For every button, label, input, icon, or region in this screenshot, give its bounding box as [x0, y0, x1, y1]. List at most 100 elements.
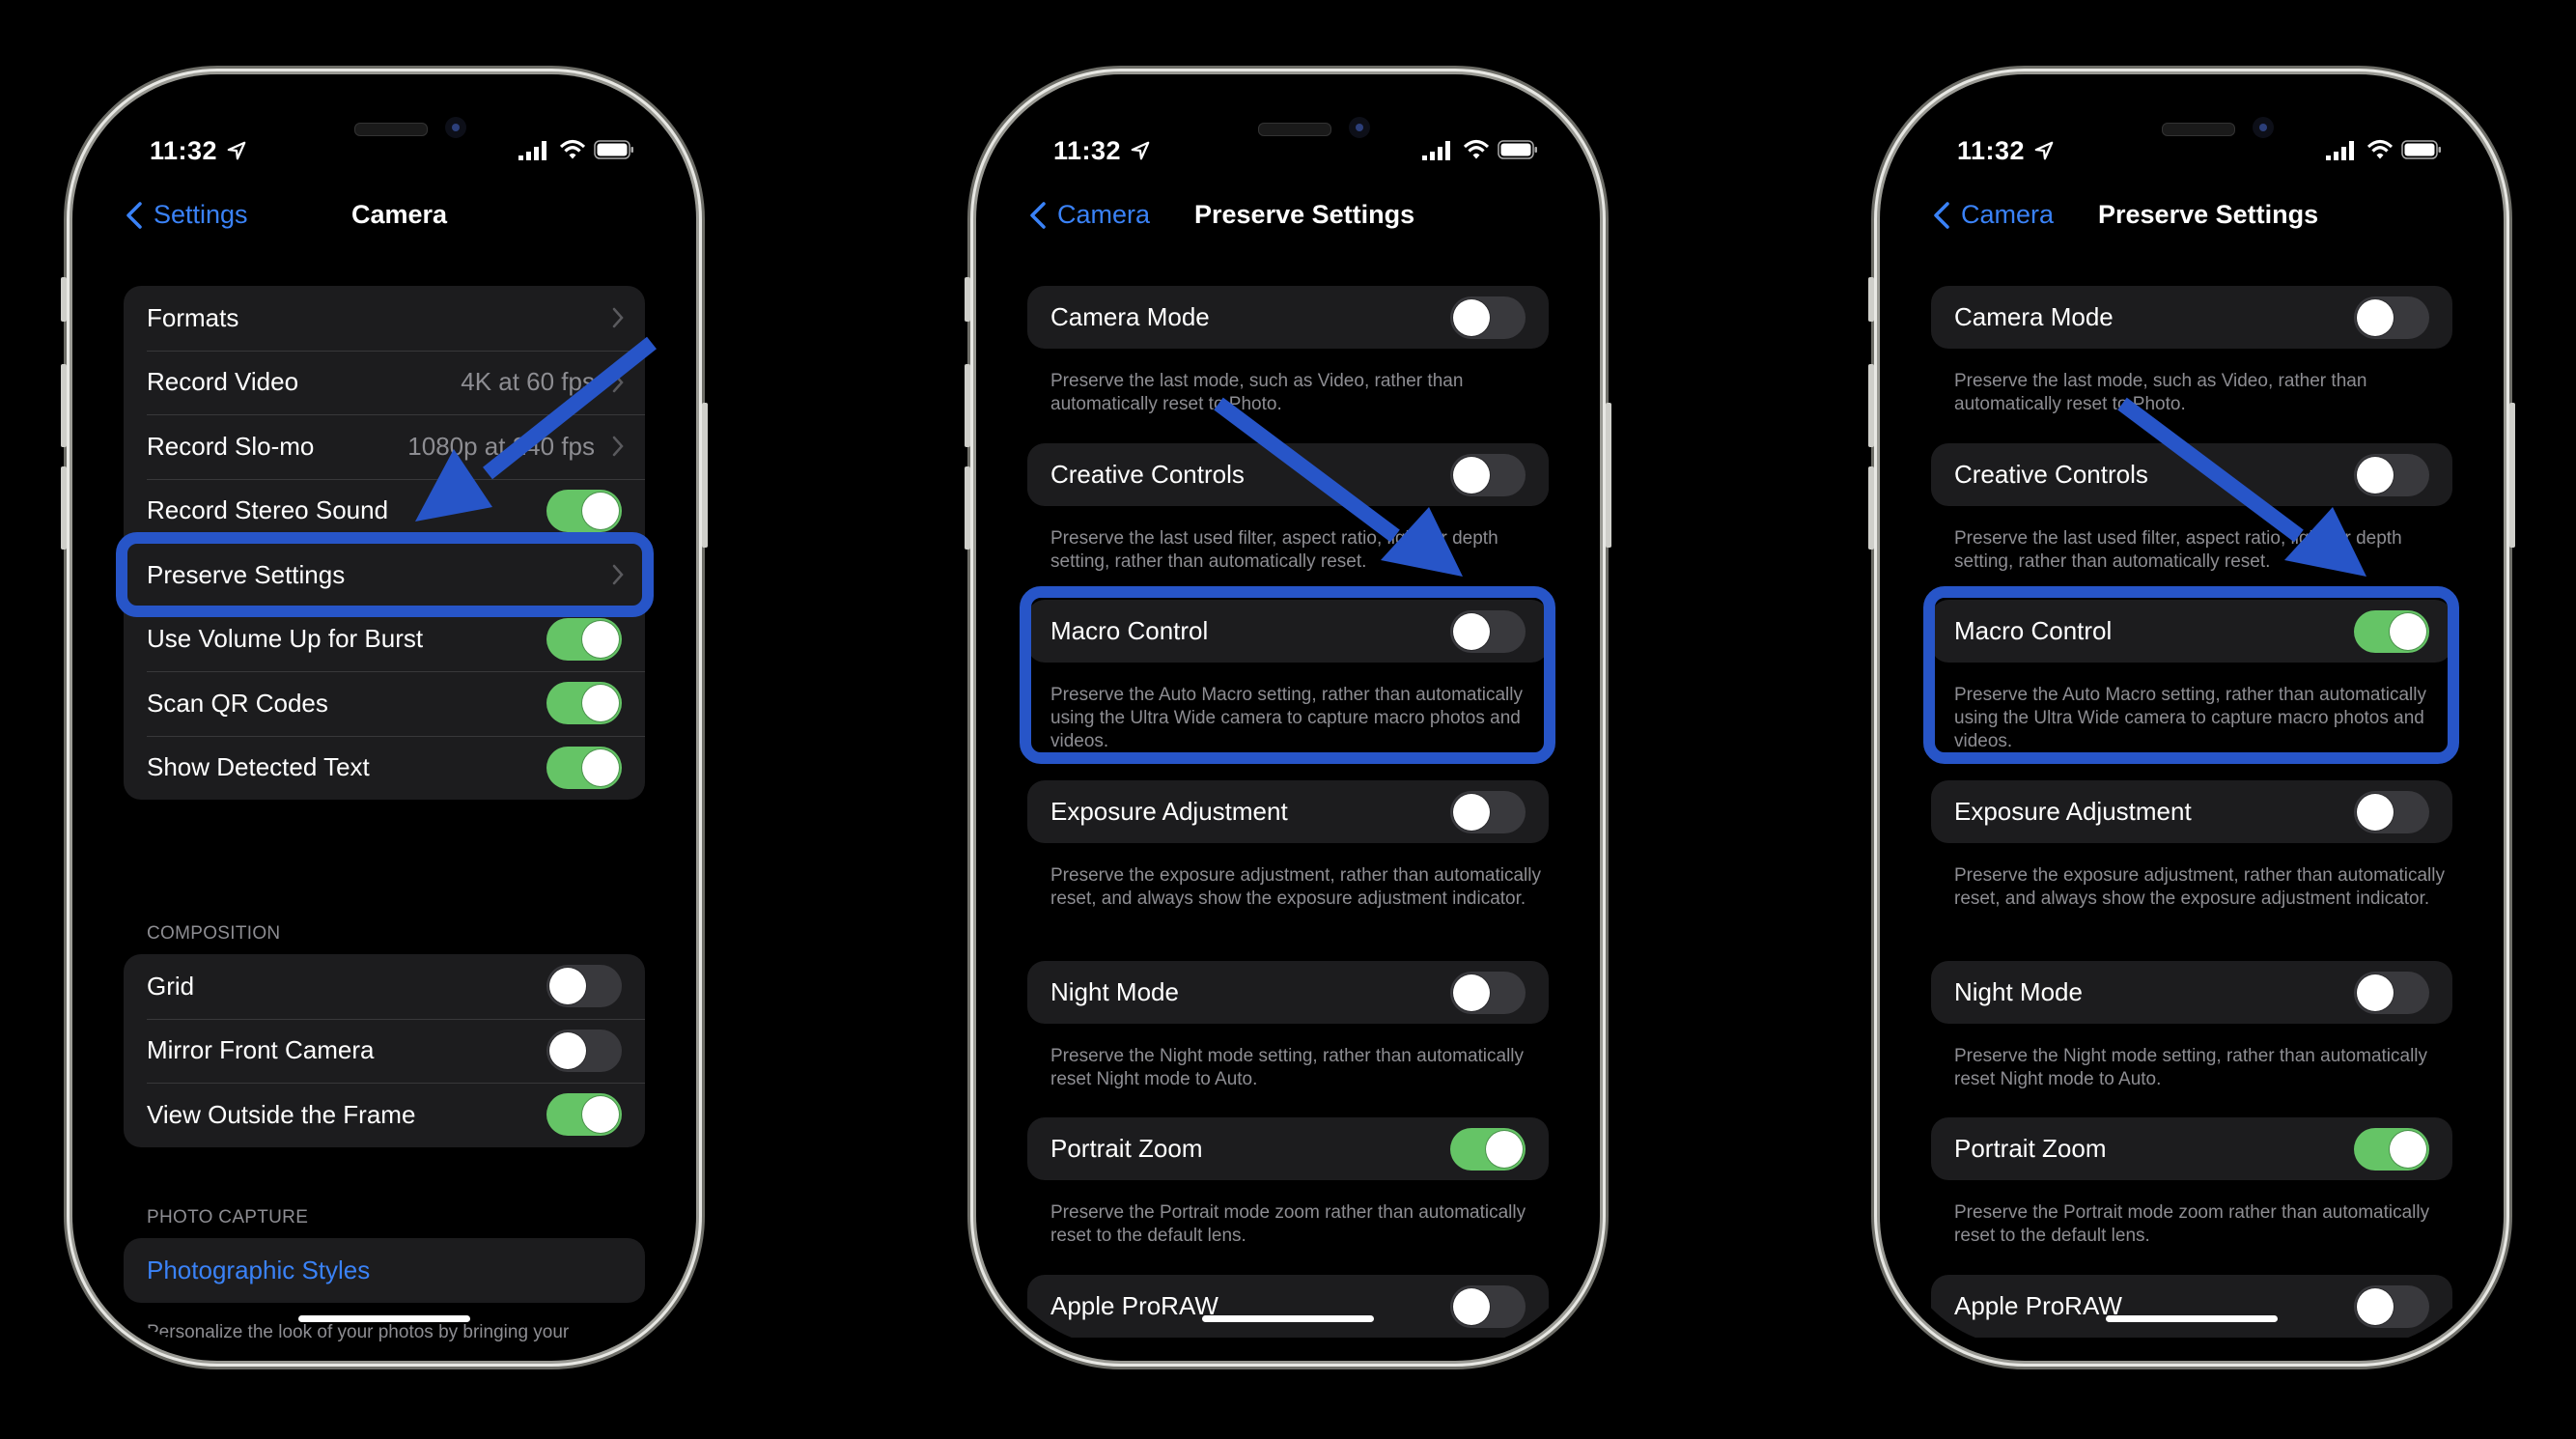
creative-controls-toggle[interactable]: [2354, 453, 2429, 496]
location-arrow-icon: [227, 141, 246, 160]
row-show-detected-text: Show Detected Text: [124, 735, 645, 801]
chevron-right-icon: [612, 565, 624, 585]
show-detected-text-toggle[interactable]: [546, 746, 622, 789]
row-label: Mirror Front Camera: [147, 1035, 375, 1065]
night-mode-footer: Preserve the Night mode setting, rather …: [1050, 1046, 1525, 1089]
camera-mode-toggle[interactable]: [1450, 296, 1526, 339]
macro-control-footer: Preserve the Auto Macro setting, rather …: [1050, 685, 1523, 751]
navigation-bar: Camera Preserve Settings: [990, 200, 1586, 239]
macro-control-footer: Preserve the Auto Macro setting, rather …: [1954, 685, 2426, 751]
battery-icon: [2401, 140, 2441, 159]
apple-proraw-toggle[interactable]: [1450, 1284, 1526, 1328]
home-indicator[interactable]: [298, 1315, 470, 1322]
night-mode-toggle[interactable]: [2354, 971, 2429, 1014]
night-mode-toggle[interactable]: [1450, 971, 1526, 1014]
row-label: Macro Control: [1050, 616, 1209, 645]
creative-controls-toggle[interactable]: [1450, 453, 1526, 496]
back-button[interactable]: Camera: [1932, 200, 2054, 230]
phone-preserve-settings-before: 11:32 Camera Preserve Settings Camera Mo…: [965, 74, 1611, 1361]
record-stereo-sound-toggle[interactable]: [546, 489, 622, 532]
card-camera-mode: Camera Mode: [1931, 286, 2452, 349]
home-indicator[interactable]: [2106, 1315, 2278, 1322]
cellular-signal-icon: [518, 141, 546, 160]
wifi-icon: [559, 139, 586, 159]
row-label: Apple ProRAW: [1954, 1291, 2122, 1320]
row-label: Apple ProRAW: [1050, 1291, 1218, 1320]
row-label: Macro Control: [1954, 616, 2113, 645]
portrait-zoom-toggle[interactable]: [1450, 1127, 1526, 1171]
row-label: View Outside the Frame: [147, 1099, 416, 1129]
camera-mode-toggle[interactable]: [2354, 296, 2429, 339]
chevron-left-icon: [126, 201, 142, 229]
home-indicator[interactable]: [1202, 1315, 1374, 1322]
side-button: [702, 403, 708, 548]
row-volume-up-burst: Use Volume Up for Burst: [124, 607, 645, 672]
back-label: Camera: [1961, 200, 2055, 229]
row-record-stereo-sound: Record Stereo Sound: [124, 478, 645, 544]
side-button: [1606, 403, 1611, 548]
mirror-front-camera-toggle[interactable]: [546, 1029, 622, 1072]
photographic-styles-link[interactable]: Photographic Styles: [147, 1256, 370, 1285]
row-record-video[interactable]: Record Video 4K at 60 fps: [124, 350, 645, 415]
camera-mode-footer: Preserve the last mode, such as Video, r…: [1050, 371, 1464, 414]
volume-up-burst-toggle[interactable]: [546, 617, 622, 661]
row-label: Night Mode: [1050, 977, 1179, 1006]
photo-capture-header: PHOTO CAPTURE: [147, 1207, 309, 1227]
phone-preserve-settings-after: 11:32 Camera Preserve Settings Camera Mo…: [1868, 74, 2515, 1361]
card-portrait-zoom: Portrait Zoom: [1027, 1117, 1549, 1180]
speaker-grille: [2162, 123, 2235, 136]
row-preserve-settings[interactable]: Preserve Settings: [124, 543, 645, 607]
composition-header: COMPOSITION: [147, 923, 281, 944]
row-label: Show Detected Text: [147, 752, 370, 782]
row-label: Creative Controls: [1954, 460, 2148, 489]
back-button[interactable]: Camera: [1028, 200, 1150, 230]
action-button: [61, 277, 67, 322]
row-label: Scan QR Codes: [147, 688, 328, 718]
side-button: [2509, 403, 2515, 548]
card-night-mode: Night Mode: [1931, 961, 2452, 1024]
row-label: Exposure Adjustment: [1050, 797, 1288, 826]
location-arrow-icon: [2034, 141, 2054, 160]
speaker-grille: [1258, 123, 1331, 136]
row-label: Formats: [147, 302, 239, 332]
back-button[interactable]: Settings: [125, 200, 248, 230]
row-label: Portrait Zoom: [1954, 1134, 2107, 1163]
row-label: Use Volume Up for Burst: [147, 624, 424, 654]
card-exposure-adjustment: Exposure Adjustment: [1931, 780, 2452, 843]
creative-controls-footer: Preserve the last used filter, aspect ra…: [1050, 528, 1498, 572]
row-formats[interactable]: Formats: [124, 286, 645, 351]
volume-down-button: [1868, 466, 1874, 550]
creative-controls-footer: Preserve the last used filter, aspect ra…: [1954, 528, 2402, 572]
row-grid: Grid: [124, 954, 645, 1019]
exposure-adjustment-toggle[interactable]: [1450, 790, 1526, 833]
camera-mode-footer: Preserve the last mode, such as Video, r…: [1954, 371, 2367, 414]
action-button: [1868, 277, 1874, 322]
row-scan-qr-codes: Scan QR Codes: [124, 671, 645, 736]
location-arrow-icon: [1131, 141, 1150, 160]
chevron-left-icon: [1030, 201, 1046, 229]
row-label: Record Slo-mo: [147, 431, 315, 461]
card-portrait-zoom: Portrait Zoom: [1931, 1117, 2452, 1180]
portrait-zoom-footer: Preserve the Portrait mode zoom rather t…: [1050, 1202, 1526, 1246]
page-title: Preserve Settings: [2098, 200, 2319, 229]
front-camera: [2253, 117, 2274, 138]
row-record-slo-mo[interactable]: Record Slo-mo 1080p at 240 fps: [124, 414, 645, 479]
front-camera: [1349, 117, 1370, 138]
chevron-left-icon: [1934, 201, 1949, 229]
row-photographic-styles[interactable]: Photographic Styles: [124, 1238, 645, 1303]
exposure-adjustment-toggle[interactable]: [2354, 790, 2429, 833]
macro-control-toggle[interactable]: [2354, 609, 2429, 653]
grid-toggle[interactable]: [546, 965, 622, 1008]
row-label: Record Video: [147, 367, 299, 397]
macro-control-toggle[interactable]: [1450, 609, 1526, 653]
volume-up-button: [1868, 364, 1874, 447]
portrait-zoom-toggle[interactable]: [2354, 1127, 2429, 1171]
view-outside-frame-toggle[interactable]: [546, 1093, 622, 1137]
row-label: Camera Mode: [1050, 302, 1210, 331]
apple-proraw-toggle[interactable]: [2354, 1284, 2429, 1328]
portrait-zoom-footer: Preserve the Portrait mode zoom rather t…: [1954, 1202, 2430, 1246]
chevron-right-icon: [612, 308, 624, 328]
card-exposure-adjustment: Exposure Adjustment: [1027, 780, 1549, 843]
navigation-bar: Camera Preserve Settings: [1893, 200, 2490, 239]
scan-qr-codes-toggle[interactable]: [546, 682, 622, 725]
